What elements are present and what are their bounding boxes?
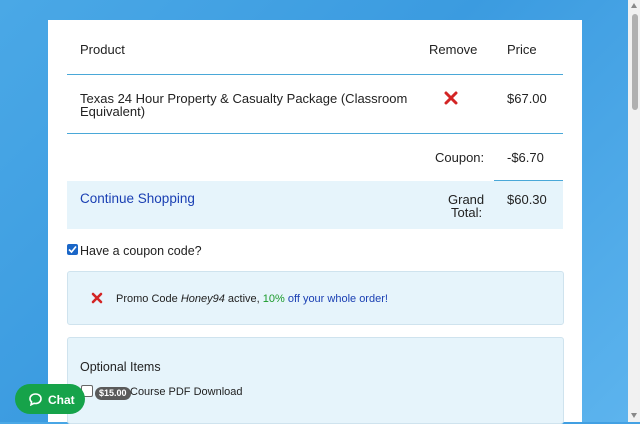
course-pdf-label[interactable]: Course PDF Download (130, 385, 243, 399)
column-header-price: Price (507, 42, 537, 57)
coupon-label: Coupon: (435, 150, 485, 165)
cart-item-price: $67.00 (507, 91, 547, 106)
coupon-value: -$6.70 (507, 150, 544, 165)
scrollbar-thumb[interactable] (632, 14, 638, 110)
chat-bubble-icon (29, 393, 42, 406)
header-divider (67, 74, 563, 75)
coupon-checkbox-label[interactable]: Have a coupon code? (80, 244, 202, 258)
cart-item-name-line2: Equivalent) (80, 104, 146, 119)
promo-message: Promo Code Honey94 active, 10% off your … (116, 292, 388, 306)
scroll-up-arrow-icon[interactable] (631, 3, 637, 8)
promo-code: Honey94 (180, 293, 225, 305)
item-divider (67, 133, 563, 134)
promo-prefix: Promo Code (116, 293, 181, 305)
chat-button[interactable]: Chat (15, 384, 85, 414)
chat-button-label: Chat (48, 393, 75, 407)
checkmark-icon (68, 245, 77, 254)
course-pdf-price-badge: $15.00 (95, 387, 131, 400)
promo-middle: active, (224, 293, 263, 305)
optional-items-title: Optional Items (80, 360, 161, 374)
remove-item-button[interactable] (444, 91, 458, 105)
promo-percent: 10% (262, 293, 285, 305)
coupon-checkbox[interactable] (67, 244, 78, 255)
continue-shopping-link[interactable]: Continue Shopping (80, 192, 195, 206)
column-header-product: Product (80, 42, 125, 57)
scroll-down-arrow-icon[interactable] (631, 413, 637, 418)
optional-items-box (67, 337, 564, 424)
close-x-icon (444, 91, 458, 105)
promo-suffix: off your whole order! (284, 293, 388, 305)
column-header-remove: Remove (429, 42, 478, 57)
close-x-icon (91, 292, 103, 304)
grand-total-label-line2: Total: (451, 205, 483, 220)
page-scrollbar[interactable] (628, 0, 640, 422)
grand-total-value: $60.30 (507, 192, 547, 207)
